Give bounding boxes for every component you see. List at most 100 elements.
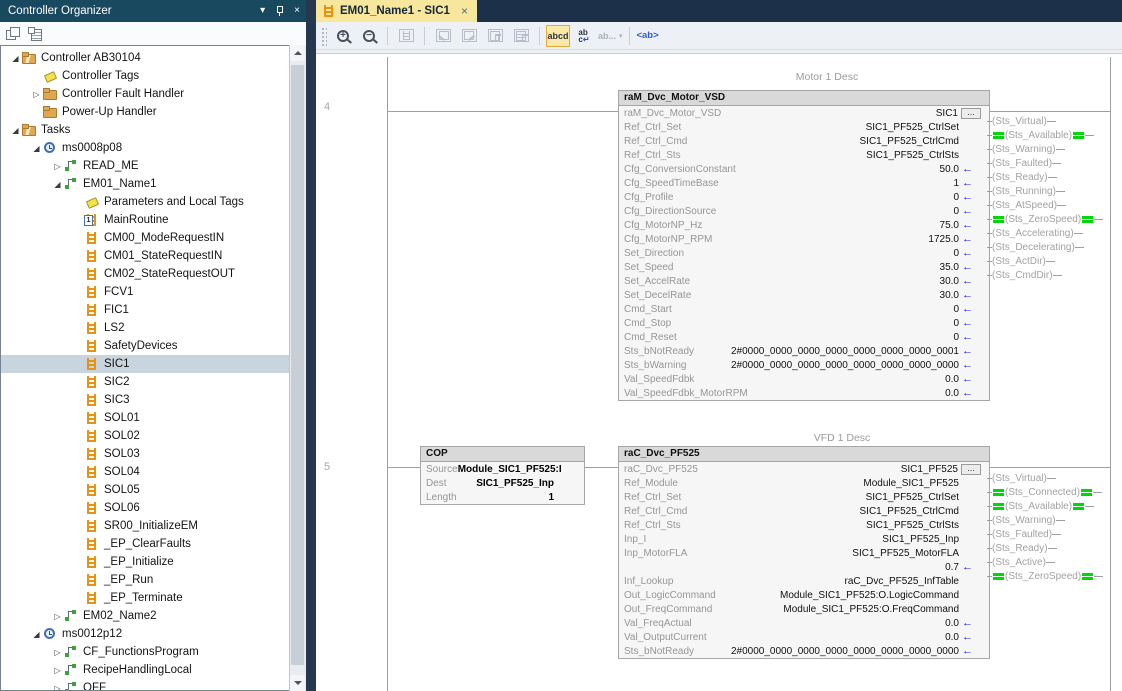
tree-item-Power-Up Handler[interactable]: Power-Up Handler	[1, 103, 290, 121]
tree-item-SIC2[interactable]: SIC2	[1, 373, 290, 391]
tree-item-EM02_Name2[interactable]: ▷EM02_Name2	[1, 607, 290, 625]
expanded-arrow-icon[interactable]: ◢	[9, 54, 22, 63]
tree-item-SIC1[interactable]: SIC1	[1, 355, 290, 373]
pin-icon[interactable]	[275, 5, 284, 17]
tree-item-Tasks[interactable]: ◢Tasks	[1, 121, 290, 139]
component-options-icon[interactable]	[28, 27, 42, 41]
coil-Sts_Accelerating[interactable]: (Sts_Accelerating)	[987, 226, 1083, 240]
rung5-number[interactable]: 5	[324, 461, 330, 473]
expanded-arrow-icon[interactable]: ◢	[30, 630, 43, 639]
scroll-up-icon[interactable]	[290, 45, 305, 61]
collapse-all-icon[interactable]	[6, 27, 20, 41]
coil-Sts_Faulted[interactable]: (Sts_Faulted)	[987, 527, 1061, 541]
tab-em01-name1-sic1[interactable]: EM01_Name1 - SIC1 ×	[316, 0, 477, 22]
tree-item-CM00_ModeRequestIN[interactable]: CM00_ModeRequestIN	[1, 229, 290, 247]
tree-item-_EP_Initialize[interactable]: _EP_Initialize	[1, 553, 290, 571]
operand-value[interactable]: 1725.0	[928, 234, 959, 245]
operand-value[interactable]: 2#0000_0000_0000_0000_0000_0000_0000_000…	[731, 360, 959, 371]
operand-value[interactable]: 2#0000_0000_0000_0000_0000_0000_0000_000…	[731, 646, 959, 657]
operand-value[interactable]: Module_SIC1_PF525:O.LogicCommand	[780, 590, 959, 601]
operand-value[interactable]: Module_SIC1_PF525:I	[458, 464, 562, 475]
tree-item-SR00_InitializeEM[interactable]: SR00_InitializeEM	[1, 517, 290, 535]
tree-item-READ_ME[interactable]: ▷READ_ME	[1, 157, 290, 175]
operand-value[interactable]: SIC1_PF525_CtrlSet	[866, 122, 959, 133]
operand-value[interactable]: Module_SIC1_PF525:O.FreqCommand	[783, 604, 959, 615]
operand-value[interactable]: 0.0	[945, 618, 959, 629]
operand-value[interactable]: 0.0	[945, 632, 959, 643]
coil-Sts_Faulted[interactable]: (Sts_Faulted)	[987, 156, 1061, 170]
coil-Sts_Active[interactable]: (Sts_Active)	[987, 555, 1055, 569]
operand-value[interactable]: raC_Dvc_PF525_InfTable	[844, 576, 959, 587]
tree-item-SOL06[interactable]: SOL06	[1, 499, 290, 517]
tree-item-Controller Tags[interactable]: Controller Tags	[1, 67, 290, 85]
operand-value[interactable]: SIC1_PF525_Inp	[476, 478, 554, 489]
operand-value[interactable]: SIC1_PF525_CtrlSet	[866, 492, 959, 503]
tree-item-MainRoutine[interactable]: MainRoutine	[1, 211, 290, 229]
operand-value[interactable]: SIC1_PF525_CtrlSts	[866, 520, 959, 531]
tree-item-FIC1[interactable]: FIC1	[1, 301, 290, 319]
coil-Sts_Available[interactable]: (Sts_Available)	[987, 128, 1094, 142]
tree-item-CM02_StateRequestOUT[interactable]: CM02_StateRequestOUT	[1, 265, 290, 283]
panel-splitter[interactable]	[306, 0, 316, 691]
operand-value[interactable]: 0.7	[945, 562, 959, 573]
operand-value[interactable]: 2#0000_0000_0000_0000_0000_0000_0000_000…	[731, 346, 959, 357]
coil-Sts_Available[interactable]: (Sts_Available)	[987, 499, 1094, 513]
tree-item-Controller AB30104[interactable]: ◢Controller AB30104	[1, 49, 290, 67]
collapsed-arrow-icon[interactable]: ▷	[51, 162, 64, 171]
tree-item-EM01_Name1[interactable]: ◢EM01_Name1	[1, 175, 290, 193]
expanded-arrow-icon[interactable]: ◢	[30, 144, 43, 153]
coil-Sts_Warning[interactable]: (Sts_Warning)	[987, 142, 1065, 156]
coil-Sts_Ready[interactable]: (Sts_Ready)	[987, 170, 1057, 184]
toggle-tag-descriptions-button[interactable]: <ab>	[636, 25, 660, 47]
wrap-tag-names-button[interactable]: abc↵	[572, 25, 596, 47]
tree-scrollbar[interactable]	[289, 45, 306, 691]
tree-item-SOL03[interactable]: SOL03	[1, 445, 290, 463]
zoom-in-button[interactable]: +	[331, 25, 355, 47]
rung4-number[interactable]: 4	[324, 101, 330, 113]
tree-item-LS2[interactable]: LS2	[1, 319, 290, 337]
tree-item-FCV1[interactable]: FCV1	[1, 283, 290, 301]
tree-item-RecipeHandlingLocal[interactable]: ▷RecipeHandlingLocal	[1, 661, 290, 679]
operand-value[interactable]: SIC1_PF525_CtrlCmd	[860, 136, 959, 147]
cop-instruction-block[interactable]: COPSourceModule_SIC1_PF525:IDestSIC1_PF5…	[420, 446, 585, 505]
coil-Sts_Warning[interactable]: (Sts_Warning)	[987, 513, 1065, 527]
coil-Sts_Running[interactable]: (Sts_Running)	[987, 184, 1065, 198]
show-full-tag-names-button[interactable]: abcd	[546, 25, 570, 47]
coil-Sts_Connected[interactable]: (Sts_Connected)	[987, 485, 1102, 499]
operand-value[interactable]: 35.0	[940, 262, 959, 273]
operand-value[interactable]: 30.0	[940, 290, 959, 301]
operand-value[interactable]: SIC1_PF525	[901, 464, 958, 475]
close-icon[interactable]: ×	[294, 6, 300, 16]
operand-value[interactable]: 30.0	[940, 276, 959, 287]
tree-item-CM01_StateRequestIN[interactable]: CM01_StateRequestIN	[1, 247, 290, 265]
ram-dvc-motor-vsd-block[interactable]: raM_Dvc_Motor_VSDraM_Dvc_Motor_VSDSIC1..…	[618, 90, 990, 401]
tree-item-SOL01[interactable]: SOL01	[1, 409, 290, 427]
expanded-arrow-icon[interactable]: ◢	[9, 126, 22, 135]
operand-value[interactable]: SIC1_PF525_CtrlSts	[866, 150, 959, 161]
expanded-arrow-icon[interactable]: ◢	[51, 180, 64, 189]
coil-Sts_CmdDir[interactable]: (Sts_CmdDir)	[987, 268, 1062, 282]
tree-item-Controller Fault Handler[interactable]: ▷Controller Fault Handler	[1, 85, 290, 103]
operand-value[interactable]: SIC1_PF525_CtrlCmd	[860, 506, 959, 517]
operand-value[interactable]: 50.0	[940, 164, 959, 175]
tree-item-_EP_ClearFaults[interactable]: _EP_ClearFaults	[1, 535, 290, 553]
tree-item-OFF[interactable]: ▷OFF	[1, 679, 290, 691]
operand-value[interactable]: 1	[548, 492, 554, 503]
tree-item-Parameters and Local Tags[interactable]: Parameters and Local Tags	[1, 193, 290, 211]
tab-close-icon[interactable]: ×	[461, 5, 468, 17]
operand-value[interactable]: SIC1_PF525_MotorFLA	[852, 548, 959, 559]
coil-Sts_ZeroSpeed[interactable]: (Sts_ZeroSpeed)	[987, 569, 1103, 583]
operand-value[interactable]: 0.0	[945, 388, 959, 399]
tree-item-SOL02[interactable]: SOL02	[1, 427, 290, 445]
tree-item-SIC3[interactable]: SIC3	[1, 391, 290, 409]
tree-item-SOL04[interactable]: SOL04	[1, 463, 290, 481]
coil-Sts_Virtual[interactable]: (Sts_Virtual)	[987, 114, 1056, 128]
tree-item-ms0012p12[interactable]: ◢ms0012p12	[1, 625, 290, 643]
tree-item-CF_FunctionsProgram[interactable]: ▷CF_FunctionsProgram	[1, 643, 290, 661]
scroll-down-icon[interactable]	[290, 675, 305, 691]
operand-value[interactable]: 75.0	[940, 220, 959, 231]
collapsed-arrow-icon[interactable]: ▷	[51, 648, 64, 657]
coil-Sts_Ready[interactable]: (Sts_Ready)	[987, 541, 1057, 555]
tree-item-SafetyDevices[interactable]: SafetyDevices	[1, 337, 290, 355]
zoom-out-button[interactable]: −	[357, 25, 381, 47]
